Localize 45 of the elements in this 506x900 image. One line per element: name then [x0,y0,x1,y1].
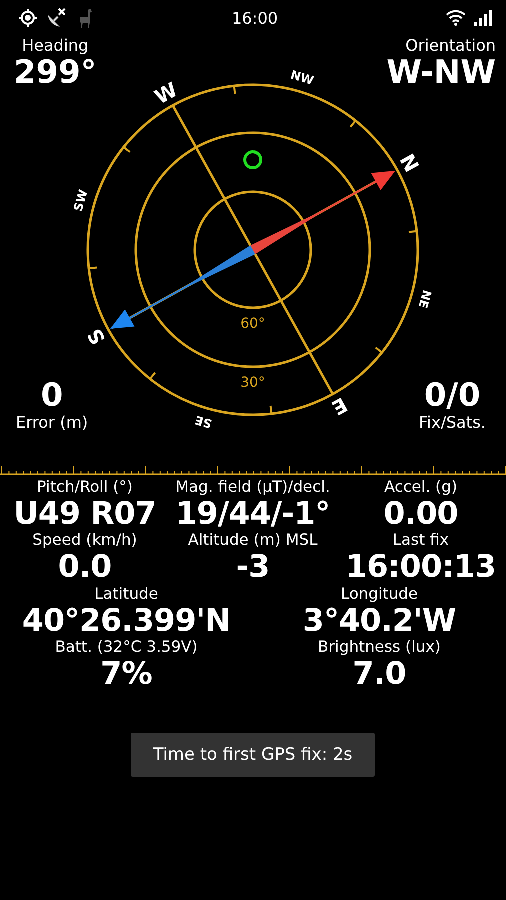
reading-value: 7.0 [352,657,406,693]
heading-label: Heading [22,36,89,55]
signal-icon [474,10,492,26]
ring-label: 60° [240,316,266,332]
direction-label: NW [289,68,316,88]
reading-label: Brightness (lux) [318,639,441,658]
direction-label: SW [71,188,91,214]
reading-value: -3 [236,550,270,586]
reading-label: Pitch/Roll (°) [37,479,133,497]
reading-value: 7% [100,657,152,693]
satellite-marker-icon [244,150,262,170]
location-target-icon [18,8,38,28]
orientation-value: W-NW [386,55,496,90]
reading-value: U49 R07 [14,496,156,532]
reading-label: Accel. (g) [384,479,458,497]
direction-label: SE [194,413,214,432]
reading-label: Mag. field (µT)/decl. [176,479,330,497]
wifi-icon [446,10,466,26]
reading-label: Speed (km/h) [32,532,138,550]
satellite-dish-icon [46,7,68,29]
reading-label: Longitude [340,586,418,604]
direction-label: NE [416,288,434,310]
reading-value: 0.00 [384,496,458,532]
reading-label: Latitude [94,586,158,604]
direction-label: S [82,324,110,349]
direction-label: N [395,150,424,176]
reading-label: Batt. (32°C 3.59V) [55,639,198,658]
error-label: Error (m) [16,413,88,432]
ring-label: 30° [240,375,266,391]
reading-value: 3°40.2'W [302,604,456,640]
toast-message: Time to first GPS fix: 2s [131,732,375,777]
reading-value: 16:00:13 [346,550,496,586]
reading-label: Altitude (m) MSL [188,532,318,550]
error-value: 0 [40,378,64,413]
fix-value: 0/0 [424,378,481,413]
fix-label: Fix/Sats. [419,413,486,432]
status-time: 16:00 [232,8,278,28]
heading-value: 299° [14,55,97,90]
direction-label: E [328,392,352,420]
orientation-label: Orientation [406,36,496,55]
reading-label: Last fix [392,532,450,550]
reading-value: 0.0 [58,550,112,586]
reading-value: 40°26.399'N [22,604,231,640]
reading-value: 19/44/-1° [176,496,330,532]
direction-label: W [150,78,182,110]
